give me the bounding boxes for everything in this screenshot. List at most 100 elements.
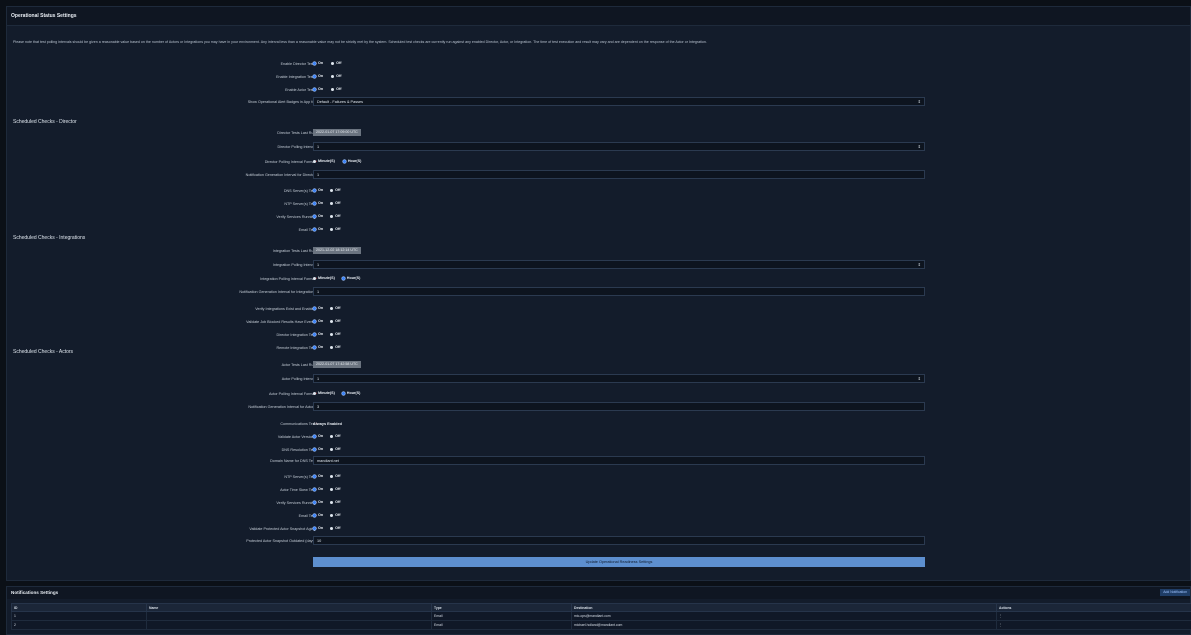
radio-on[interactable]: On xyxy=(313,61,323,65)
radio-on[interactable]: On xyxy=(313,526,323,530)
radio-hours[interactable]: Hour(S) xyxy=(341,391,360,395)
radio-on[interactable]: On xyxy=(313,513,323,517)
director-polling-interval-select[interactable]: 1 ⇕ xyxy=(313,142,925,151)
radio-on[interactable]: On xyxy=(313,332,323,336)
radio-off[interactable]: Off xyxy=(330,526,340,530)
cell-destination: michael.holland@mandiant.com xyxy=(571,620,997,630)
select-caret-icon: ⇕ xyxy=(917,376,921,381)
dns-domain-row: Domain Name for DNS Test* mandiant.net xyxy=(7,456,1191,466)
radio-on[interactable]: On xyxy=(313,319,323,323)
enable-director-tests-row: Enable Director Tests* On Off xyxy=(7,60,1191,69)
radio-off[interactable]: Off xyxy=(330,319,340,323)
dns-resolution-test-label: DNS Resolution Test xyxy=(281,448,316,452)
radio-dot xyxy=(313,306,316,310)
radio-minutes[interactable]: Minute(S) xyxy=(313,276,335,280)
section-heading-integrations: Scheduled Checks - Integrations xyxy=(13,235,86,241)
column-header-id: ID xyxy=(11,603,147,612)
integration-polling-interval-select[interactable]: 1 ⇕ xyxy=(313,260,925,269)
validate-job-blocked-label: Validate Job Blocked Results Have Events xyxy=(246,320,316,324)
operational-status-panel: Operational Status Settings Please note … xyxy=(6,6,1191,581)
radio-dot xyxy=(341,391,345,395)
actor-notification-interval-input[interactable]: 3 xyxy=(313,402,925,411)
radio-label: Off xyxy=(336,74,342,78)
radio-on[interactable]: On xyxy=(313,87,323,91)
actor-polling-interval-select[interactable]: 1 ⇕ xyxy=(313,374,925,383)
radio-off[interactable]: Off xyxy=(330,227,340,231)
radio-off[interactable]: Off xyxy=(330,188,340,192)
update-settings-button[interactable]: Update Operational Readiness Settings xyxy=(313,557,925,567)
show-badges-select[interactable]: Default - Failures & Passes ⇕ xyxy=(313,97,925,106)
radio-on[interactable]: On xyxy=(313,500,323,504)
radio-label: On xyxy=(318,61,324,65)
radio-dot xyxy=(313,487,316,491)
table-row[interactable]: 1 Email mic-ops@mandiant.com ⋮ xyxy=(11,611,1191,621)
radio-off[interactable]: Off xyxy=(330,434,340,438)
radio-label: Off xyxy=(336,61,342,65)
enable-director-tests-label: Enable Director Tests xyxy=(280,62,316,66)
radio-minutes[interactable]: Minute(S) xyxy=(313,159,335,163)
column-header-type: Type xyxy=(431,603,572,612)
radio-label: On xyxy=(318,227,324,231)
verify-integrations-label: Verify Integrations Exist and Enabled xyxy=(255,307,316,311)
radio-on[interactable]: On xyxy=(313,474,323,478)
radio-off[interactable]: Off xyxy=(330,513,340,517)
select-caret-icon: ⇕ xyxy=(917,144,921,149)
radio-off[interactable]: Off xyxy=(331,61,341,65)
radio-off[interactable]: Off xyxy=(330,500,340,504)
table-row[interactable]: 2 Email michael.holland@mandiant.com ⋮ xyxy=(11,620,1191,630)
radio-on[interactable]: On xyxy=(313,447,323,451)
radio-off[interactable]: Off xyxy=(330,306,340,310)
cell-name xyxy=(146,620,432,630)
radio-on[interactable]: On xyxy=(313,188,323,192)
radio-dot xyxy=(331,74,335,78)
radio-dot xyxy=(330,474,334,478)
radio-dot xyxy=(313,474,316,478)
radio-on[interactable]: On xyxy=(313,487,323,491)
communications-test-value: Always Enabled xyxy=(313,422,342,426)
radio-on[interactable]: On xyxy=(313,214,323,218)
cell-id: 2 xyxy=(11,620,147,630)
radio-off[interactable]: Off xyxy=(331,87,341,91)
actor-notification-interval-label: Notification Generation Interval for Act… xyxy=(248,405,316,409)
snapshot-outdated-input[interactable]: 10 xyxy=(313,536,925,545)
radio-dot xyxy=(313,434,316,438)
radio-hours[interactable]: Hour(S) xyxy=(342,159,361,163)
radio-off[interactable]: Off xyxy=(330,332,340,336)
director-notification-interval-row: Notification Generation Interval for Dir… xyxy=(7,170,1191,180)
radio-on[interactable]: On xyxy=(313,345,323,349)
snapshot-outdated-row: Protected Actor Snapshot Outdated (days)… xyxy=(7,536,1191,546)
radio-off[interactable]: Off xyxy=(331,74,341,78)
director-ntp-test-row: NTP Server(s) Test* On Off xyxy=(7,200,1191,209)
row-actions-icon[interactable]: ⋮ xyxy=(996,611,1191,621)
radio-off[interactable]: Off xyxy=(330,474,340,478)
snapshot-outdated-label: Protected Actor Snapshot Outdated (days) xyxy=(246,539,316,543)
section-heading-actors: Scheduled Checks - Actors xyxy=(13,349,74,355)
radio-off[interactable]: Off xyxy=(330,201,340,205)
radio-off[interactable]: Off xyxy=(330,487,340,491)
radio-on[interactable]: On xyxy=(313,227,323,231)
column-header-name: Name xyxy=(146,603,432,612)
radio-on[interactable]: On xyxy=(313,434,323,438)
radio-label: On xyxy=(318,74,324,78)
radio-off[interactable]: Off xyxy=(330,345,340,349)
row-actions-icon[interactable]: ⋮ xyxy=(996,620,1191,630)
director-polling-format-row: Director Polling Interval Format* Minute… xyxy=(7,158,1191,167)
radio-label: On xyxy=(318,332,324,336)
radio-on[interactable]: On xyxy=(313,74,323,78)
director-notification-interval-input[interactable]: 1 xyxy=(313,170,925,179)
radio-label: On xyxy=(318,306,324,310)
radio-label: Off xyxy=(335,214,341,218)
radio-on[interactable]: On xyxy=(313,201,323,205)
dns-resolution-test-row: DNS Resolution Test* On Off xyxy=(7,446,1191,455)
radio-hours[interactable]: Hour(S) xyxy=(341,276,360,280)
director-dns-test-row: DNS Server(s) Test* On Off xyxy=(7,187,1191,196)
radio-off[interactable]: Off xyxy=(330,214,340,218)
integration-notification-interval-input[interactable]: 1 xyxy=(313,287,925,296)
radio-on[interactable]: On xyxy=(313,306,323,310)
director-dns-test-label: DNS Server(s) Test xyxy=(283,189,316,193)
director-integration-test-row: Director Integration Test* On Off xyxy=(7,331,1191,340)
add-notification-button[interactable]: Add Notification xyxy=(1160,589,1190,596)
radio-minutes[interactable]: Minute(S) xyxy=(313,391,335,395)
dns-domain-input[interactable]: mandiant.net xyxy=(313,456,925,465)
radio-off[interactable]: Off xyxy=(330,447,340,451)
